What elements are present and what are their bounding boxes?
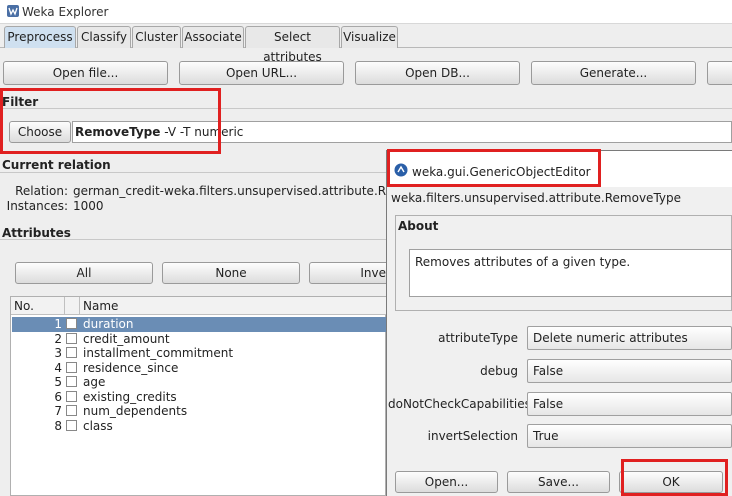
row-name: credit_amount: [83, 331, 170, 346]
open-file-button[interactable]: Open file...: [3, 61, 168, 85]
row-number: 7: [54, 404, 62, 418]
tab-classify[interactable]: Classify: [77, 26, 131, 48]
attributes-heading: Attributes: [2, 226, 71, 240]
dialog-title-highlight-box: [387, 149, 601, 187]
row-number: 5: [54, 375, 62, 389]
ok-highlight-box: [621, 459, 728, 496]
invertSelection-select[interactable]: True: [527, 424, 732, 448]
table-row[interactable]: 1 duration: [12, 317, 386, 332]
row-number: 4: [54, 360, 62, 375]
row-checkbox[interactable]: [66, 390, 77, 402]
save-button[interactable]: Save...: [507, 471, 610, 493]
row-name: age: [83, 375, 106, 389]
row-name: installment_commitment: [83, 346, 234, 360]
prop-label-debug: debug: [480, 364, 518, 378]
save-button-partial[interactable]: [707, 61, 732, 85]
table-row[interactable]: 2 credit_amount: [12, 332, 386, 347]
tab-visualize[interactable]: Visualize: [341, 26, 398, 48]
select-none-button[interactable]: None: [162, 262, 300, 284]
relation-label: Relation:: [15, 184, 68, 198]
row-name: class: [83, 418, 113, 433]
table-row[interactable]: 7 num_dependents: [12, 404, 386, 419]
table-row[interactable]: 3 installment_commitment: [12, 346, 386, 361]
row-checkbox[interactable]: [66, 361, 77, 373]
row-number: 1: [54, 317, 62, 331]
table-row[interactable]: 6 existing_credits: [12, 390, 386, 405]
instances-value: 1000: [73, 199, 104, 213]
row-checkbox[interactable]: [66, 419, 77, 431]
row-checkbox[interactable]: [66, 376, 77, 387]
row-name: duration: [83, 317, 134, 331]
open-url-button[interactable]: Open URL...: [179, 61, 344, 85]
prop-label-doNotCheckCapabilities: doNotCheckCapabilities: [388, 397, 531, 411]
open-button[interactable]: Open...: [395, 471, 498, 493]
row-number: 8: [54, 418, 62, 433]
about-heading: About: [398, 219, 439, 233]
generate-button[interactable]: Generate...: [531, 61, 696, 85]
row-name: residence_since: [83, 360, 179, 375]
column-header-name[interactable]: Name: [83, 299, 118, 313]
row-checkbox[interactable]: [66, 318, 77, 329]
tab-select-attributes[interactable]: Select attributes: [245, 26, 340, 64]
row-checkbox[interactable]: [66, 332, 77, 344]
filter-highlight-box: [0, 88, 221, 154]
open-db-button[interactable]: Open DB...: [355, 61, 520, 85]
row-checkbox[interactable]: [66, 347, 77, 358]
column-header-no[interactable]: No.: [14, 299, 34, 313]
tab-associate[interactable]: Associate: [182, 26, 244, 48]
row-checkbox[interactable]: [66, 405, 77, 416]
table-row[interactable]: 8 class: [12, 419, 386, 434]
weka-logo-icon: [7, 5, 19, 17]
row-number: 6: [54, 389, 62, 404]
attributes-table-header: [11, 297, 386, 315]
relation-value: german_credit-weka.filters.unsupervised.…: [73, 184, 386, 198]
column-separator: [64, 297, 65, 315]
row-number: 3: [54, 346, 62, 360]
relation-heading: Current relation: [2, 158, 111, 172]
relation-divider: [0, 172, 386, 173]
dialog-classname: weka.filters.unsupervised.attribute.Remo…: [391, 191, 682, 205]
tab-cluster[interactable]: Cluster: [132, 26, 181, 48]
window-title: Weka Explorer: [22, 5, 109, 19]
prop-label-invertSelection: invertSelection: [427, 429, 518, 443]
row-name: num_dependents: [83, 404, 188, 418]
title-bar: [0, 0, 732, 24]
debug-select[interactable]: False: [527, 359, 732, 383]
select-all-button[interactable]: All: [15, 262, 153, 284]
table-row[interactable]: 5 age: [12, 375, 386, 390]
about-text: Removes attributes of a given type.: [409, 249, 732, 297]
table-row[interactable]: 4 residence_since: [12, 361, 386, 376]
row-number: 2: [54, 331, 62, 346]
row-name: existing_credits: [83, 389, 177, 404]
instances-label: Instances:: [6, 199, 68, 213]
column-separator: [79, 297, 80, 315]
prop-label-attributeType: attributeType: [438, 331, 518, 345]
attributeType-select[interactable]: Delete numeric attributes: [527, 326, 732, 350]
tab-preprocess[interactable]: Preprocess: [4, 26, 76, 48]
doNotCheckCapabilities-select[interactable]: False: [527, 392, 732, 416]
